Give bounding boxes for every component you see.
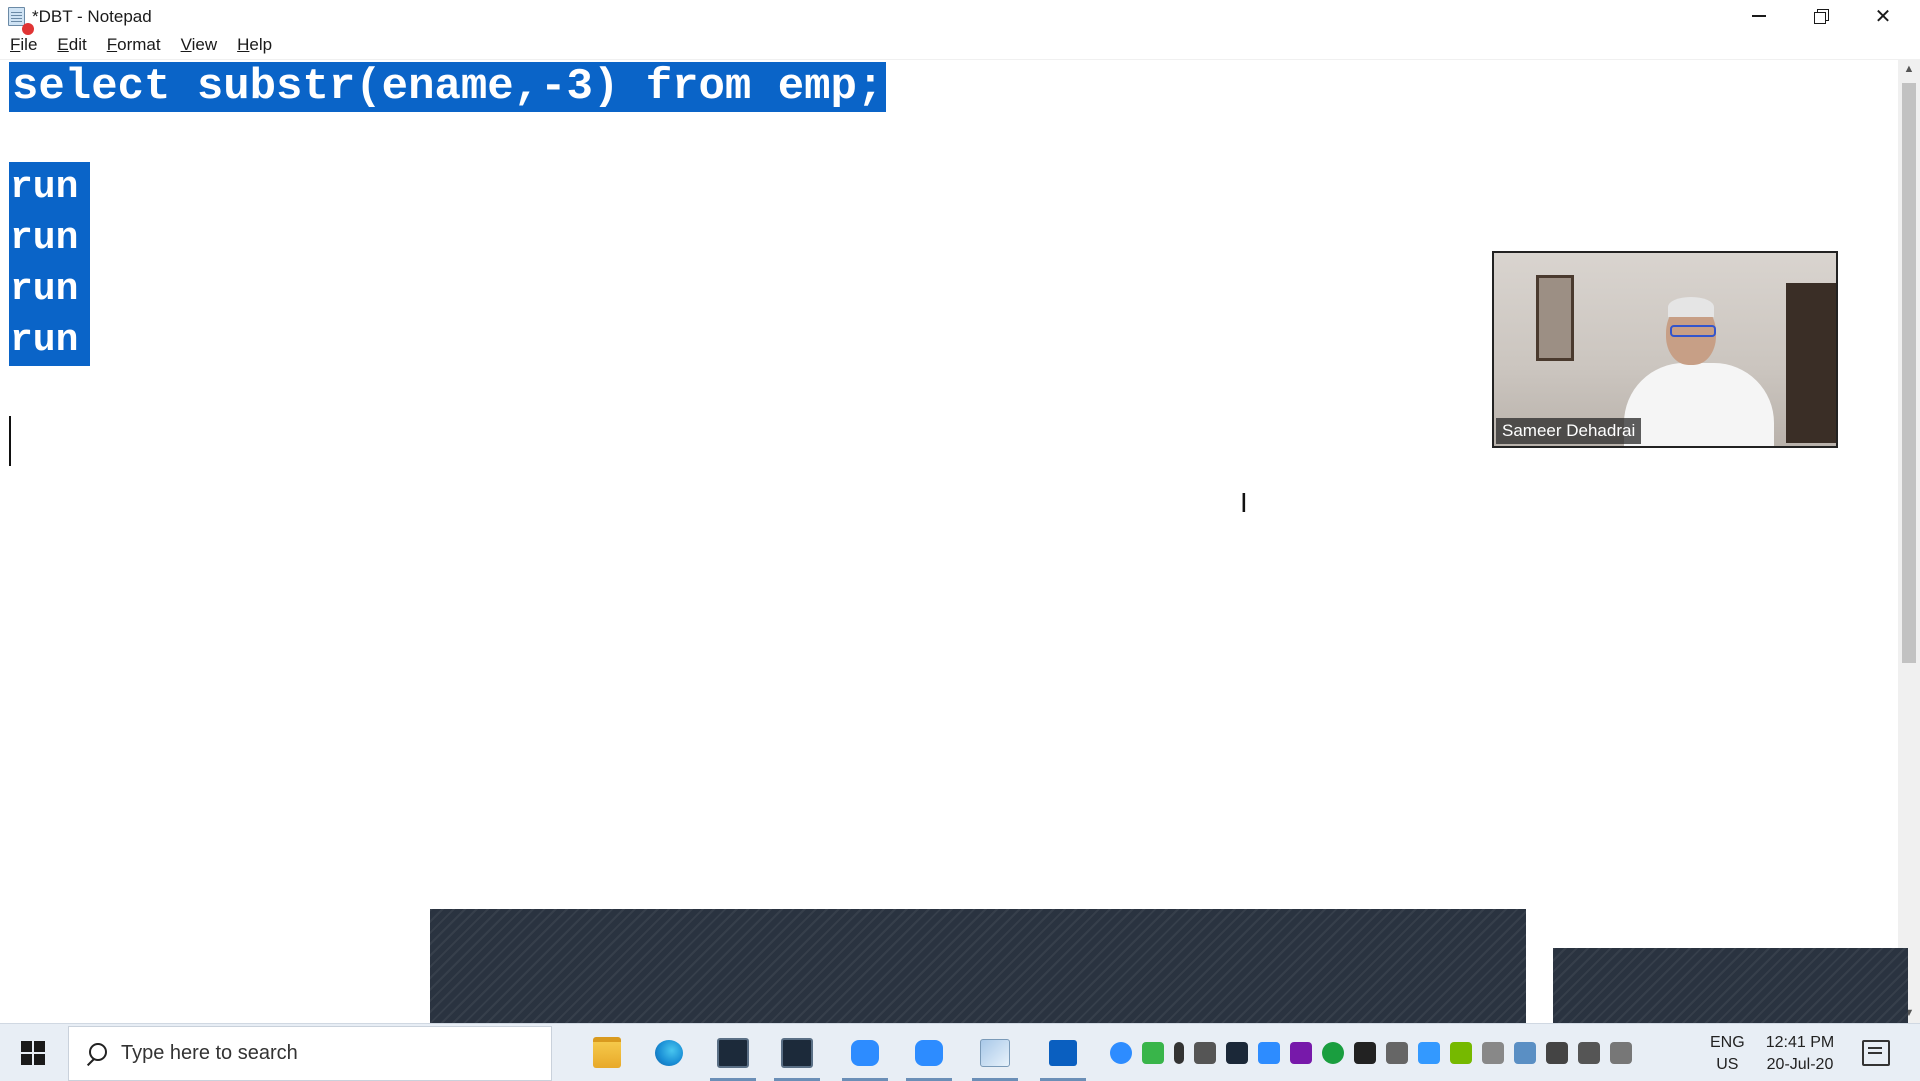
language-indicator[interactable]: ENG US bbox=[1710, 1032, 1745, 1076]
screen-share-overlay bbox=[430, 909, 1526, 1023]
notepad-icon[interactable] bbox=[6, 5, 34, 35]
shelf bbox=[1786, 283, 1836, 443]
steam-icon[interactable] bbox=[1226, 1041, 1248, 1064]
selected-run-block[interactable]: run run run run bbox=[9, 162, 90, 366]
run-line: run bbox=[10, 166, 79, 209]
run-line: run bbox=[10, 268, 79, 311]
wifi-icon[interactable] bbox=[1386, 1041, 1408, 1064]
terminal-icon bbox=[717, 1037, 749, 1068]
start-button[interactable] bbox=[0, 1024, 66, 1081]
minimize-icon bbox=[1752, 15, 1766, 17]
wave-app-icon bbox=[1049, 1039, 1077, 1066]
participant-body bbox=[1624, 363, 1774, 446]
windows-icon bbox=[21, 1040, 45, 1065]
edge-icon bbox=[655, 1039, 683, 1066]
screen-share-overlay bbox=[1553, 948, 1908, 1023]
selected-sql-line[interactable]: select substr(ename,-3) from emp; bbox=[9, 62, 887, 112]
search-placeholder: Type here to search bbox=[121, 1042, 298, 1064]
text-editor[interactable]: select substr(ename,-3) from emp; run ru… bbox=[0, 59, 1898, 1024]
terminal-button[interactable] bbox=[768, 1029, 826, 1081]
menu-bar: File Edit Format View Help bbox=[0, 33, 1920, 59]
text-caret bbox=[9, 416, 11, 466]
search-icon bbox=[83, 1041, 109, 1067]
help-icon[interactable] bbox=[1110, 1041, 1132, 1064]
taskbar-search[interactable]: Type here to search bbox=[68, 1026, 552, 1081]
run-line: run bbox=[10, 217, 79, 260]
zoom-tray-icon[interactable] bbox=[1258, 1041, 1280, 1064]
zoom-icon bbox=[915, 1039, 943, 1066]
volume-icon[interactable] bbox=[1578, 1041, 1600, 1064]
minimize-button[interactable] bbox=[1728, 0, 1790, 32]
clock-date: 20-Jul-20 bbox=[1766, 1056, 1834, 1073]
participant-name-label: Sameer Dehadrai bbox=[1496, 418, 1642, 444]
clock-time: 12:41 PM bbox=[1765, 1034, 1835, 1051]
scroll-up-arrow-icon[interactable]: ▲ bbox=[1898, 59, 1920, 79]
terminal-button[interactable] bbox=[704, 1029, 762, 1081]
battery-icon[interactable] bbox=[1194, 1041, 1216, 1064]
usb-icon[interactable] bbox=[1482, 1041, 1504, 1064]
terminal-icon bbox=[781, 1037, 813, 1068]
video-tile[interactable]: Sameer Dehadrai bbox=[1492, 251, 1838, 448]
cloud-icon[interactable] bbox=[1514, 1041, 1536, 1064]
close-icon: ✕ bbox=[1874, 5, 1892, 28]
file-explorer-icon bbox=[593, 1037, 621, 1068]
shield-icon[interactable] bbox=[1354, 1041, 1376, 1064]
wall-frame bbox=[1536, 275, 1574, 361]
microphone-icon[interactable] bbox=[1174, 1041, 1184, 1064]
region-code: US bbox=[1716, 1056, 1739, 1073]
menu-help[interactable]: Help bbox=[227, 33, 282, 59]
update-icon[interactable] bbox=[1322, 1041, 1344, 1064]
taskbar: Type here to search ENG US 12:41 PM 20-J… bbox=[0, 1023, 1920, 1081]
title-bar: *DBT - Notepad ✕ bbox=[0, 0, 1920, 35]
nvidia-icon[interactable] bbox=[1450, 1041, 1472, 1064]
wave-app-button[interactable] bbox=[1034, 1029, 1092, 1081]
run-line: run bbox=[10, 319, 79, 362]
notepad-button[interactable] bbox=[966, 1029, 1024, 1081]
menu-format[interactable]: Format bbox=[97, 33, 171, 59]
close-button[interactable]: ✕ bbox=[1852, 0, 1914, 32]
zoom-button[interactable] bbox=[900, 1029, 958, 1081]
participant-hair bbox=[1668, 297, 1714, 317]
bluetooth-icon[interactable] bbox=[1418, 1041, 1440, 1064]
zoom-button[interactable] bbox=[836, 1029, 894, 1081]
zoom-icon bbox=[851, 1039, 879, 1066]
restore-icon bbox=[1814, 9, 1829, 24]
clock[interactable]: 12:41 PM 20-Jul-20 bbox=[1760, 1032, 1840, 1076]
vertical-scrollbar[interactable]: ▲ ▼ bbox=[1898, 59, 1920, 1023]
edge-button[interactable] bbox=[640, 1029, 698, 1076]
language-code: ENG bbox=[1710, 1034, 1745, 1051]
ibeam-cursor-icon: I bbox=[1240, 489, 1248, 519]
restore-button[interactable] bbox=[1790, 0, 1852, 32]
participant-glasses bbox=[1670, 325, 1716, 337]
menu-edit[interactable]: Edit bbox=[47, 33, 96, 59]
file-explorer-button[interactable] bbox=[578, 1029, 636, 1076]
menu-view[interactable]: View bbox=[171, 33, 228, 59]
scrollbar-thumb[interactable] bbox=[1902, 83, 1916, 663]
onenote-icon[interactable] bbox=[1290, 1041, 1312, 1064]
window-title: *DBT - Notepad bbox=[32, 7, 152, 26]
pen-icon[interactable] bbox=[1610, 1041, 1632, 1064]
system-tray bbox=[1110, 1024, 1632, 1081]
app-tray-icon[interactable] bbox=[1546, 1041, 1568, 1064]
notification-icon[interactable] bbox=[1862, 1040, 1890, 1066]
check-icon[interactable] bbox=[1142, 1041, 1164, 1064]
notepad-icon bbox=[980, 1038, 1010, 1067]
menu-file[interactable]: File bbox=[0, 33, 47, 59]
